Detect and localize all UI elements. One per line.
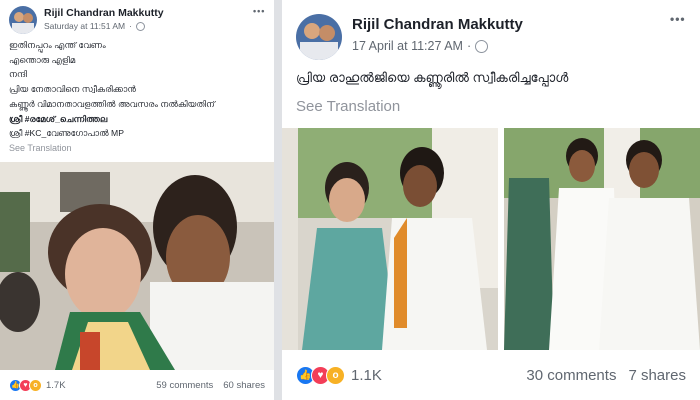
author-avatar[interactable] bbox=[9, 6, 37, 34]
post-text-line: നന്ദി bbox=[9, 69, 28, 79]
post-text-line: കണ്ണൂർ വിമാനതാവളത്തിൽ അവസരം നൽകിയതിന് bbox=[9, 99, 215, 109]
timestamp-text[interactable]: 17 April at 11:27 AM bbox=[352, 39, 463, 53]
timestamp-text[interactable]: Saturday at 11:51 AM bbox=[44, 21, 125, 31]
more-options-icon[interactable]: ••• bbox=[253, 6, 265, 16]
globe-icon bbox=[135, 21, 145, 31]
author-name[interactable]: Rijil Chandran Makkutty bbox=[352, 16, 523, 33]
reactions-count[interactable]: 1.7K bbox=[46, 380, 66, 391]
author-name[interactable]: Rijil Chandran Makkutty bbox=[44, 7, 164, 19]
comments-count[interactable]: 59 comments bbox=[156, 380, 213, 391]
post-text-line: എന്തൊരു എളിമ bbox=[9, 55, 76, 65]
post-timestamp[interactable]: Saturday at 11:51 AM · bbox=[44, 21, 145, 31]
more-options-icon[interactable]: ••• bbox=[670, 12, 686, 26]
see-translation-link[interactable]: See Translation bbox=[296, 98, 400, 115]
post-right: Rijil Chandran Makkutty 17 April at 11:2… bbox=[282, 0, 700, 400]
author-avatar[interactable] bbox=[296, 14, 342, 60]
wow-reaction-icon[interactable]: o bbox=[29, 378, 42, 392]
post-timestamp[interactable]: 17 April at 11:27 AM · bbox=[352, 39, 489, 53]
wow-reaction-icon[interactable]: o bbox=[326, 365, 345, 385]
shares-count[interactable]: 60 shares bbox=[223, 380, 265, 391]
post-left: Rijil Chandran Makkutty Saturday at 11:5… bbox=[0, 0, 274, 400]
post-photo[interactable] bbox=[282, 128, 498, 350]
shares-count[interactable]: 7 shares bbox=[628, 367, 686, 384]
post-footer: 👍 ♥ o 1.1K 30 comments 7 shares bbox=[282, 362, 700, 388]
post-text-line: പ്രിയ നേതാവിനെ സ്വീകരിക്കാൻ bbox=[9, 84, 136, 94]
post-photo[interactable] bbox=[0, 162, 274, 370]
post-text: പ്രിയ രാഹുൽജിയെ കണ്ണൂരിൽ സ്വീകരിച്ചപ്പോൾ bbox=[296, 70, 569, 85]
post-text-line: ഇതിനപ്പുറം എന്ത് വേണം bbox=[9, 40, 106, 50]
hashtag-link[interactable]: ശ്രീ #KC_വേണുഗോപാൽ MP bbox=[9, 128, 124, 139]
reactions-count[interactable]: 1.1K bbox=[351, 367, 382, 384]
post-footer: 👍 ♥ o 1.7K 59 comments 60 shares bbox=[0, 374, 274, 396]
post-photo[interactable] bbox=[504, 128, 700, 350]
globe-icon bbox=[475, 39, 489, 53]
hashtag-link[interactable]: ശ്രീ #രമേശ്_ചെന്നിത്തല bbox=[9, 114, 107, 125]
see-translation-link[interactable]: See Translation bbox=[9, 143, 72, 153]
comments-count[interactable]: 30 comments bbox=[526, 367, 616, 384]
